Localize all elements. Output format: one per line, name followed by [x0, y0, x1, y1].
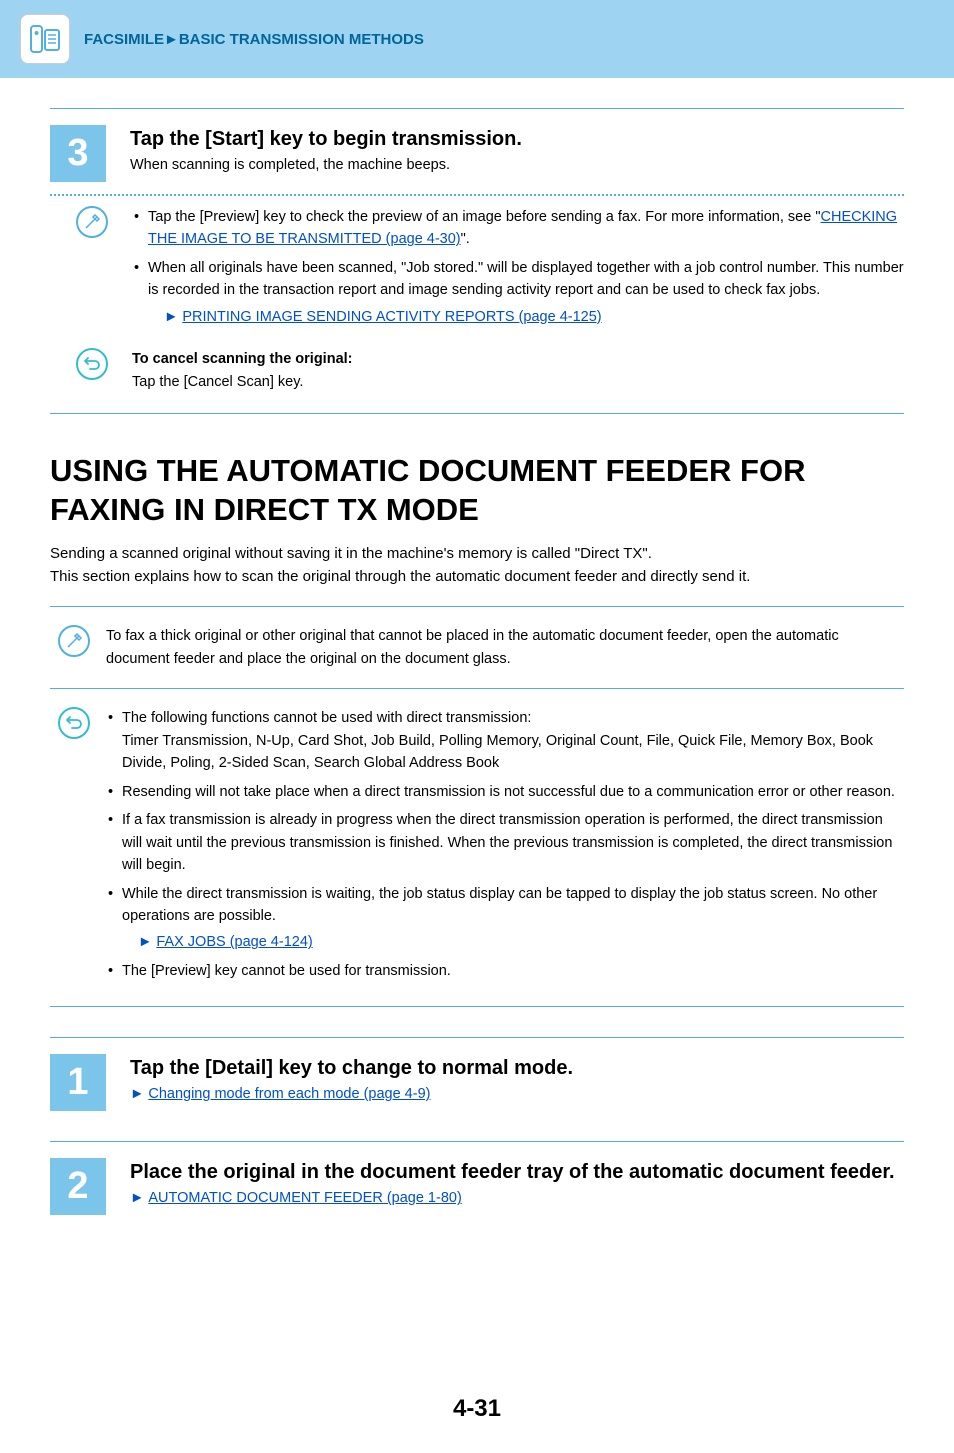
arrow-icon: ► — [138, 934, 152, 950]
caution-block: The following functions cannot be used w… — [50, 699, 904, 996]
breadcrumb: FACSIMILE►BASIC TRANSMISSION METHODS — [84, 31, 424, 48]
caution-bullet: If a fax transmission is already in prog… — [106, 809, 904, 876]
step-title: Tap the [Start] key to begin transmissio… — [130, 128, 904, 151]
step-1: 1 Tap the [Detail] key to change to norm… — [50, 1054, 904, 1111]
arrow-icon: ► — [164, 309, 178, 325]
link-printing-reports[interactable]: PRINTING IMAGE SENDING ACTIVITY REPORTS … — [182, 309, 601, 325]
link-adf[interactable]: AUTOMATIC DOCUMENT FEEDER (page 1-80) — [148, 1190, 461, 1206]
link-fax-jobs[interactable]: FAX JOBS (page 4-124) — [156, 934, 312, 950]
fax-icon — [20, 14, 70, 64]
divider — [50, 1037, 904, 1038]
dashed-divider — [50, 194, 904, 196]
text: ". — [461, 231, 470, 247]
info-bullet: When all originals have been scanned, "J… — [132, 257, 904, 328]
step-title: Tap the [Detail] key to change to normal… — [130, 1057, 904, 1080]
page-header: FACSIMILE►BASIC TRANSMISSION METHODS — [0, 0, 954, 78]
note-block: To fax a thick original or other origina… — [50, 617, 904, 678]
divider — [50, 413, 904, 414]
divider — [50, 108, 904, 109]
step-3: 3 Tap the [Start] key to begin transmiss… — [50, 125, 904, 182]
step-number: 2 — [50, 1158, 106, 1215]
caution-bullet: While the direct transmission is waiting… — [106, 883, 904, 954]
text: While the direct transmission is waiting… — [122, 886, 877, 924]
cancel-desc: Tap the [Cancel Scan] key. — [132, 371, 904, 393]
step-number: 1 — [50, 1054, 106, 1111]
caution-bullet: The following functions cannot be used w… — [106, 707, 904, 774]
info-icon — [76, 206, 108, 238]
arrow-icon: ► — [130, 1190, 144, 1206]
section-heading: USING THE AUTOMATIC DOCUMENT FEEDER FOR … — [50, 452, 904, 530]
caution-bullet: The [Preview] key cannot be used for tra… — [106, 960, 904, 982]
arrow-icon: ► — [130, 1086, 144, 1102]
divider — [50, 606, 904, 607]
divider — [50, 688, 904, 689]
divider — [50, 1006, 904, 1007]
step-description: When scanning is completed, the machine … — [130, 155, 904, 177]
intro-text: This section explains how to scan the or… — [50, 565, 904, 588]
text: Tap the [Preview] key to check the previ… — [148, 209, 821, 225]
text: The following functions cannot be used w… — [122, 710, 531, 726]
step-2: 2 Place the original in the document fee… — [50, 1158, 904, 1215]
return-icon — [58, 707, 90, 739]
cancel-note: To cancel scanning the original: Tap the… — [50, 348, 904, 393]
step-title: Place the original in the document feede… — [130, 1161, 904, 1184]
info-bullet: Tap the [Preview] key to check the previ… — [132, 206, 904, 251]
info-icon — [58, 625, 90, 657]
cancel-title: To cancel scanning the original: — [132, 348, 904, 370]
divider — [50, 1141, 904, 1142]
info-note: Tap the [Preview] key to check the previ… — [50, 206, 904, 334]
return-icon — [76, 348, 108, 380]
intro-text: Sending a scanned original without savin… — [50, 542, 904, 565]
text: Timer Transmission, N-Up, Card Shot, Job… — [122, 733, 873, 771]
note-text: To fax a thick original or other origina… — [106, 625, 904, 670]
text: When all originals have been scanned, "J… — [148, 260, 904, 298]
page-number: 4-31 — [50, 1395, 904, 1423]
link-changing-mode[interactable]: Changing mode from each mode (page 4-9) — [148, 1086, 430, 1102]
step-number: 3 — [50, 125, 106, 182]
caution-bullet: Resending will not take place when a dir… — [106, 781, 904, 803]
